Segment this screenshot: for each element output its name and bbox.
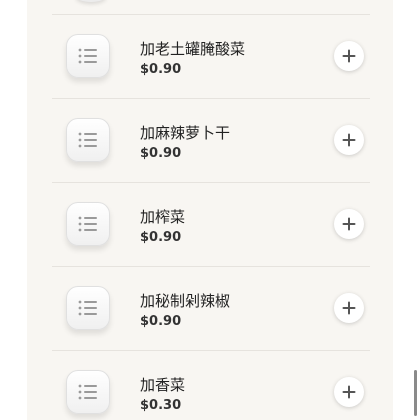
menu-item[interactable]: 加榨菜 $0.90 (52, 182, 370, 266)
add-button[interactable] (334, 293, 364, 323)
plus-icon (342, 49, 356, 63)
add-button[interactable] (334, 41, 364, 71)
item-price: $0.90 (140, 146, 182, 161)
list-icon (66, 286, 110, 330)
item-name: 加香菜 (140, 376, 186, 394)
item-price: $0.90 (140, 314, 182, 329)
add-button[interactable] (334, 377, 364, 407)
item-name: 加老土罐腌酸菜 (140, 40, 246, 58)
plus-icon (342, 217, 356, 231)
scrollbar[interactable] (414, 370, 417, 416)
plus-icon (342, 301, 356, 315)
list-icon (66, 370, 110, 414)
item-name: 加秘制剁辣椒 (140, 292, 231, 310)
add-button[interactable] (334, 209, 364, 239)
item-name: 加麻辣萝卜干 (140, 124, 231, 142)
list-icon (66, 34, 110, 78)
menu-item[interactable]: 加香菜 $0.30 (52, 350, 370, 420)
menu-item[interactable]: 加麻辣萝卜干 $0.90 (52, 98, 370, 182)
screen: 加老土罐腌酸菜 $0.90 加麻辣萝卜干 $0.90 加榨菜 $0.90 加秘制… (0, 0, 420, 420)
menu-item[interactable]: 加秘制剁辣椒 $0.90 (52, 266, 370, 350)
list-icon (66, 202, 110, 246)
menu-item[interactable]: 加老土罐腌酸菜 $0.90 (52, 14, 370, 98)
plus-icon (342, 385, 356, 399)
list-icon (66, 118, 110, 162)
item-price: $0.30 (140, 398, 182, 413)
add-button[interactable] (334, 125, 364, 155)
plus-icon (342, 133, 356, 147)
item-price: $0.90 (140, 230, 182, 245)
item-name: 加榨菜 (140, 208, 186, 226)
item-price: $0.90 (140, 62, 182, 77)
